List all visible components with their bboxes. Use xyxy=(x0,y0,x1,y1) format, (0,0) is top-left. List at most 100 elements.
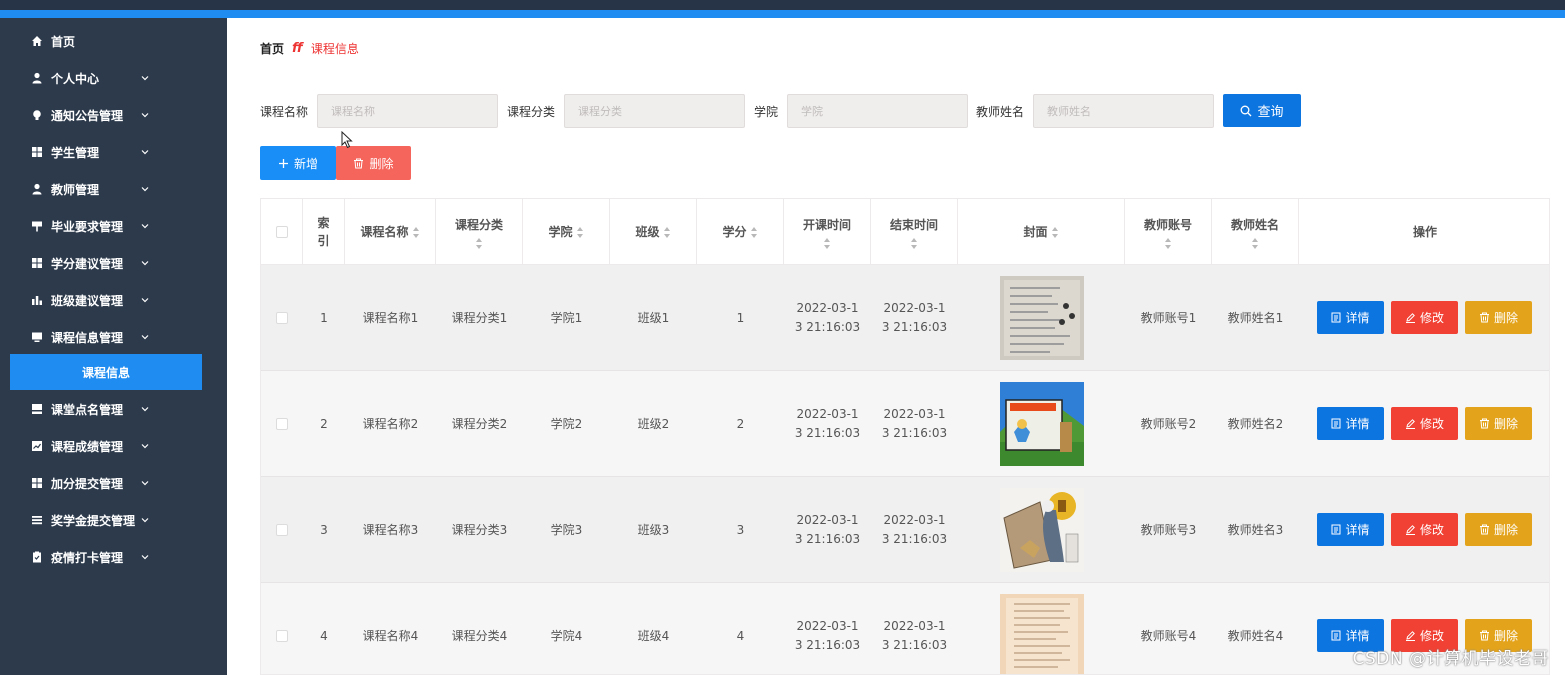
row-checkbox[interactable] xyxy=(276,630,288,642)
sidebar-item-grades[interactable]: 课程成绩管理 xyxy=(0,428,227,464)
sidebar-item-course-info[interactable]: 课程信息管理 xyxy=(0,319,227,355)
row-class: 班级1 xyxy=(637,310,670,325)
sidebar-item-personal-center[interactable]: 个人中心 xyxy=(0,60,227,96)
edit-button[interactable]: 修改 xyxy=(1391,407,1458,440)
edit-button[interactable]: 修改 xyxy=(1391,513,1458,546)
search-label-college: 学院 xyxy=(754,105,779,119)
sidebar-item-label: 奖学金提交管理 xyxy=(51,513,136,528)
row-cover xyxy=(958,265,1125,371)
header-category[interactable]: 课程分类 xyxy=(436,199,523,265)
row-course-name: 课程名称4 xyxy=(362,628,419,643)
chart-icon xyxy=(30,439,44,453)
sidebar-item-roll-call[interactable]: 课堂点名管理 xyxy=(0,391,227,427)
document-icon xyxy=(1331,312,1341,323)
trash-icon xyxy=(354,158,364,168)
detail-button[interactable]: 详情 xyxy=(1317,513,1384,546)
header-course-name[interactable]: 课程名称 xyxy=(345,199,436,265)
row-course-name: 课程名称3 xyxy=(362,522,419,537)
sidebar-item-students[interactable]: 学生管理 xyxy=(0,134,227,170)
cover-image[interactable] xyxy=(999,382,1084,466)
sidebar-item-home[interactable]: 首页 xyxy=(0,23,227,59)
document-icon xyxy=(1331,630,1341,641)
row-credit: 2 xyxy=(736,416,745,431)
sidebar-item-label: 课程信息管理 xyxy=(51,330,124,345)
header-teacher-name[interactable]: 教师姓名 xyxy=(1212,199,1299,265)
header-index: 索引 xyxy=(303,199,345,265)
header-credit[interactable]: 学分 xyxy=(697,199,784,265)
mouse-cursor-icon xyxy=(341,131,353,149)
category-input[interactable]: 课程分类 xyxy=(564,94,745,128)
sort-icon[interactable] xyxy=(1051,226,1059,238)
home-icon xyxy=(30,34,44,48)
edit-icon xyxy=(1405,631,1415,641)
chevron-down-icon xyxy=(141,187,149,192)
cover-image[interactable] xyxy=(999,276,1084,360)
row-college: 学院1 xyxy=(550,310,583,325)
detail-button[interactable]: 详情 xyxy=(1317,301,1384,334)
add-button-label: 新增 xyxy=(293,156,318,171)
row-checkbox[interactable] xyxy=(276,312,288,324)
row-credit: 1 xyxy=(736,310,745,325)
header-class[interactable]: 班级 xyxy=(610,199,697,265)
sort-icon[interactable] xyxy=(576,226,584,238)
sidebar-item-bonus[interactable]: 加分提交管理 xyxy=(0,465,227,501)
chevron-down-icon xyxy=(141,261,149,266)
cover-image[interactable] xyxy=(999,594,1084,675)
chevron-down-icon xyxy=(141,444,149,449)
watermark: CSDN @计算机毕设老哥 xyxy=(1352,649,1549,669)
query-button[interactable]: 查询 xyxy=(1223,94,1301,127)
header-end-time[interactable]: 结束时间 xyxy=(871,199,958,265)
edit-button[interactable]: 修改 xyxy=(1391,301,1458,334)
row-teacher-account: 教师账号2 xyxy=(1140,416,1197,431)
header-college[interactable]: 学院 xyxy=(523,199,610,265)
edit-icon xyxy=(1405,525,1415,535)
sidebar-item-label: 疫情打卡管理 xyxy=(51,550,124,565)
header-teacher-account[interactable]: 教师账号 xyxy=(1125,199,1212,265)
row-checkbox[interactable] xyxy=(276,418,288,430)
teacher-name-input[interactable]: 教师姓名 xyxy=(1033,94,1214,128)
college-input[interactable]: 学院 xyxy=(787,94,968,128)
row-checkbox[interactable] xyxy=(276,524,288,536)
sidebar-item-scholarship[interactable]: 奖学金提交管理 xyxy=(0,502,227,538)
delete-button[interactable]: 删除 xyxy=(1465,407,1532,440)
header-cover[interactable]: 封面 xyxy=(958,199,1125,265)
delete-button[interactable]: 删除 xyxy=(1465,301,1532,334)
bar-chart-icon xyxy=(30,293,44,307)
top-header-bar xyxy=(0,0,1565,10)
breadcrumb-home[interactable]: 首页 xyxy=(260,40,284,57)
breadcrumb-separator-icon: ff xyxy=(292,41,303,56)
sidebar-subitem-course-info[interactable]: 课程信息 xyxy=(10,354,202,390)
sort-icon[interactable] xyxy=(663,226,671,238)
search-label-course-name: 课程名称 xyxy=(260,105,309,119)
sort-icon[interactable] xyxy=(910,237,918,249)
header-select-all[interactable] xyxy=(261,199,303,265)
sort-icon[interactable] xyxy=(1164,237,1172,249)
detail-button[interactable]: 详情 xyxy=(1317,407,1384,440)
course-name-input[interactable]: 课程名称 xyxy=(317,94,498,128)
row-category: 课程分类1 xyxy=(451,310,508,325)
sort-icon[interactable] xyxy=(823,237,831,249)
delete-button[interactable]: 删除 xyxy=(1465,513,1532,546)
add-button[interactable]: 新增 xyxy=(260,146,336,180)
row-end-time: 2022-03-1 3 21:16:03 xyxy=(881,301,948,334)
sort-icon[interactable] xyxy=(412,226,420,238)
row-cover xyxy=(958,477,1125,583)
chevron-down-icon xyxy=(141,518,149,523)
sidebar-item-notice[interactable]: 通知公告管理 xyxy=(0,97,227,133)
select-all-checkbox[interactable] xyxy=(275,226,288,238)
sort-icon[interactable] xyxy=(1251,237,1259,249)
cover-image[interactable] xyxy=(999,488,1084,572)
sidebar-item-class-advice[interactable]: 班级建议管理 xyxy=(0,282,227,318)
sidebar-item-label: 通知公告管理 xyxy=(51,108,124,123)
sidebar-item-label: 加分提交管理 xyxy=(51,476,124,491)
sort-icon[interactable] xyxy=(750,226,758,238)
sidebar-item-teachers[interactable]: 教师管理 xyxy=(0,171,227,207)
row-start-time: 2022-03-1 3 21:16:03 xyxy=(794,619,861,652)
sidebar-item-graduation[interactable]: 毕业要求管理 xyxy=(0,208,227,244)
sidebar-item-credit-advice[interactable]: 学分建议管理 xyxy=(0,245,227,281)
sort-icon[interactable] xyxy=(475,237,483,249)
row-credit: 3 xyxy=(736,522,745,537)
header-start-time[interactable]: 开课时间 xyxy=(784,199,871,265)
sidebar-item-epidemic[interactable]: 疫情打卡管理 xyxy=(0,539,227,575)
batch-delete-button[interactable]: 删除 xyxy=(336,146,411,180)
